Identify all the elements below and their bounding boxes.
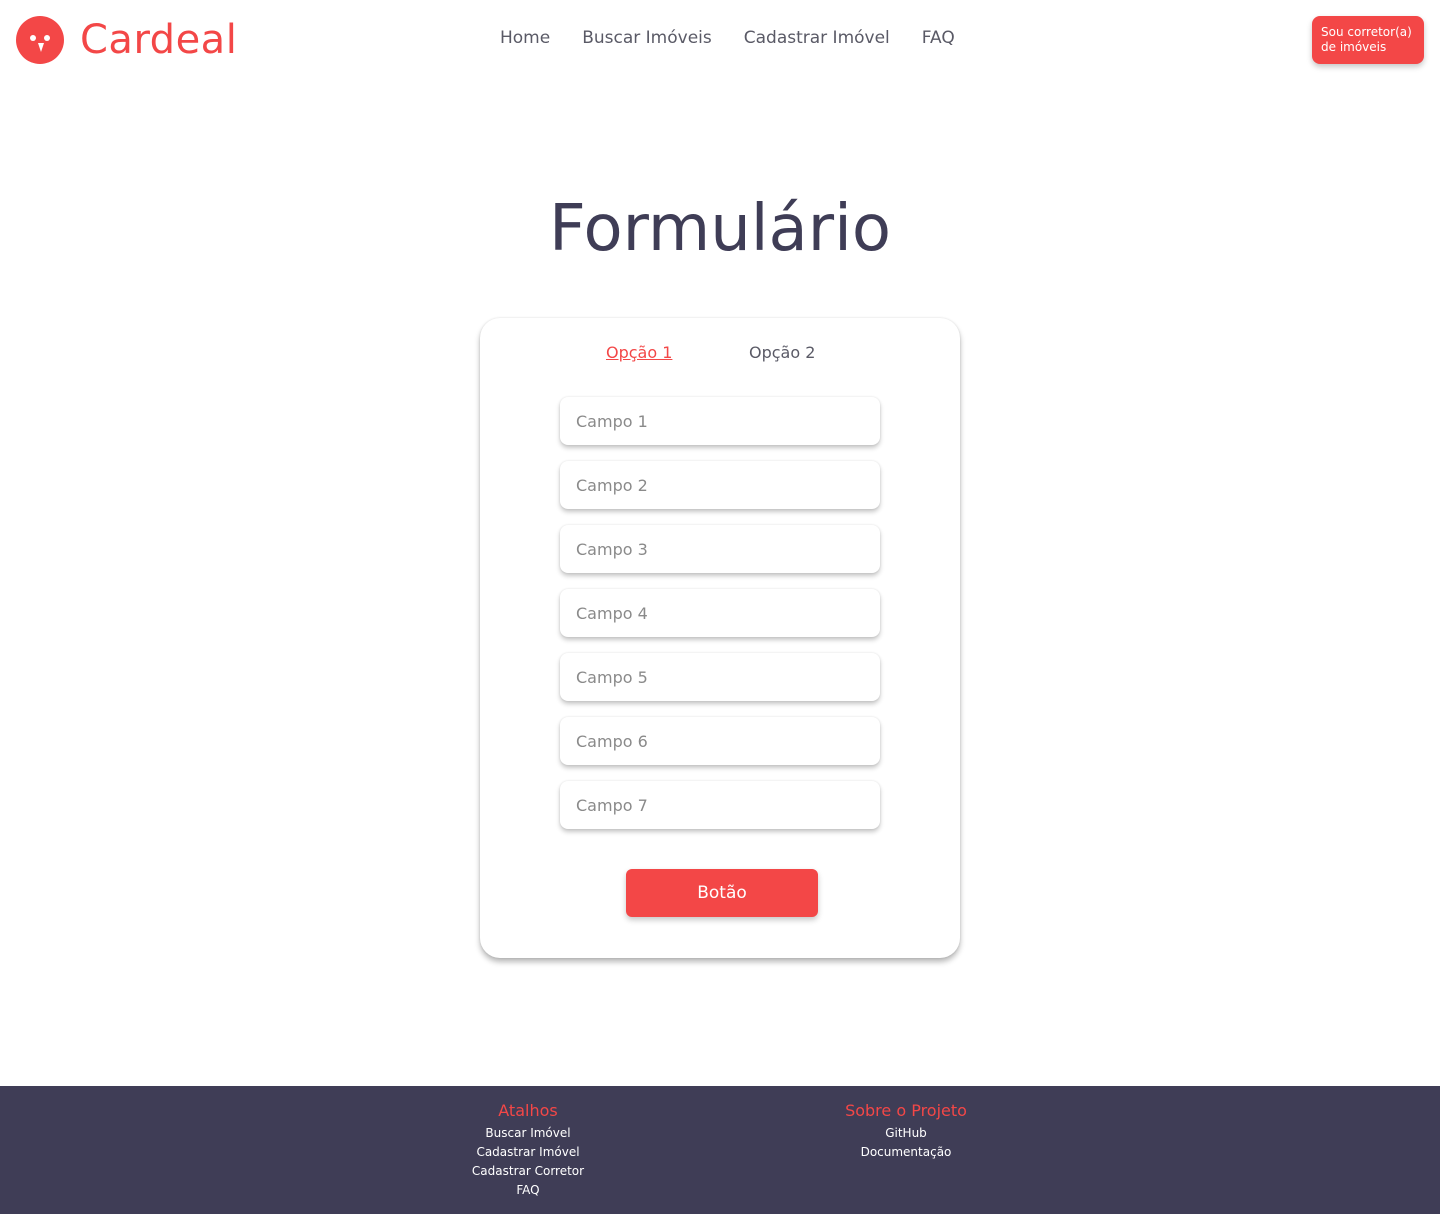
footer-link-buscar-imovel[interactable]: Buscar Imóvel — [428, 1124, 628, 1143]
page-title: Formulário — [548, 192, 892, 266]
footer-link-cadastrar-imovel[interactable]: Cadastrar Imóvel — [428, 1143, 628, 1162]
campo-1-input[interactable] — [560, 397, 880, 445]
nav-cadastrar-imovel[interactable]: Cadastrar Imóvel — [744, 28, 890, 48]
nav-faq[interactable]: FAQ — [922, 28, 955, 48]
footer-about: Sobre o Projeto GitHub Documentação — [806, 1100, 1006, 1162]
campo-6-input[interactable] — [560, 717, 880, 765]
brand-name: Cardeal — [80, 17, 238, 63]
footer-link-github[interactable]: GitHub — [806, 1124, 1006, 1143]
logo-eye-right — [44, 35, 50, 41]
form-tabs: Opção 1 Opção 2 — [480, 343, 960, 367]
broker-button[interactable]: Sou corretor(a) de imóveis — [1312, 16, 1424, 64]
form-card: Opção 1 Opção 2 Botão — [480, 318, 960, 958]
site-header: Cardeal Home Buscar Imóveis Cadastrar Im… — [0, 0, 1440, 80]
brand[interactable]: Cardeal — [16, 16, 237, 64]
logo-eye-left — [30, 35, 36, 41]
site-footer: Atalhos Buscar Imóvel Cadastrar Imóvel C… — [0, 1086, 1440, 1214]
campo-3-input[interactable] — [560, 525, 880, 573]
campo-4-input[interactable] — [560, 589, 880, 637]
footer-link-faq[interactable]: FAQ — [428, 1181, 628, 1200]
footer-link-cadastrar-corretor[interactable]: Cadastrar Corretor — [428, 1162, 628, 1181]
tab-opcao-1[interactable]: Opção 1 — [606, 343, 672, 362]
campo-7-input[interactable] — [560, 781, 880, 829]
nav-buscar-imoveis[interactable]: Buscar Imóveis — [582, 28, 712, 48]
submit-button[interactable]: Botão — [626, 869, 818, 917]
cardinal-bird-icon — [16, 16, 64, 64]
main-nav: Home Buscar Imóveis Cadastrar Imóvel FAQ — [500, 28, 955, 48]
logo-beak — [38, 43, 44, 52]
footer-link-documentacao[interactable]: Documentação — [806, 1143, 1006, 1162]
tab-opcao-2[interactable]: Opção 2 — [749, 343, 815, 362]
footer-shortcuts: Atalhos Buscar Imóvel Cadastrar Imóvel C… — [428, 1100, 628, 1200]
footer-shortcuts-heading: Atalhos — [498, 1101, 558, 1120]
campo-5-input[interactable] — [560, 653, 880, 701]
campo-2-input[interactable] — [560, 461, 880, 509]
footer-about-heading: Sobre o Projeto — [845, 1101, 967, 1120]
nav-home[interactable]: Home — [500, 28, 550, 48]
